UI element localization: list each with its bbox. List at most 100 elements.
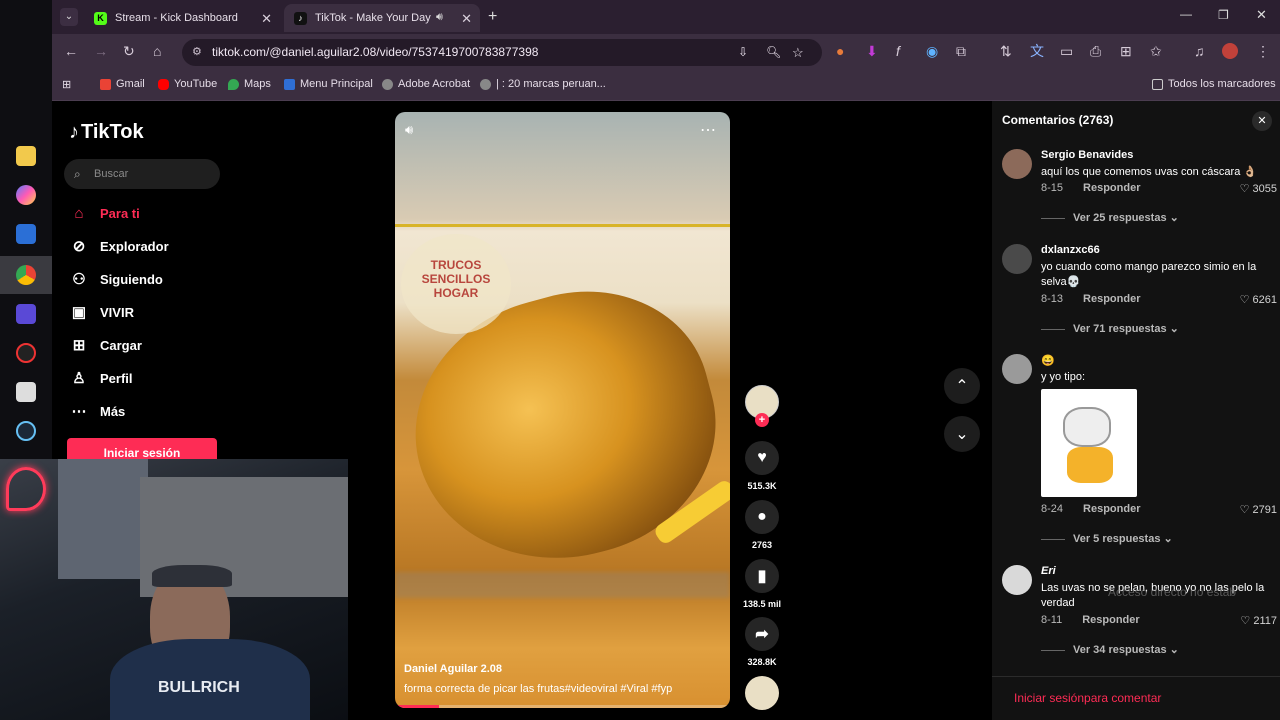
- translate-icon[interactable]: 文: [1030, 43, 1044, 59]
- extension-color-icon[interactable]: ◉: [926, 43, 938, 59]
- folder-icon: [1152, 78, 1163, 90]
- share-button[interactable]: ➦ 328.8K: [742, 617, 782, 667]
- author-avatar[interactable]: +: [742, 385, 782, 427]
- video-author[interactable]: Daniel Aguilar 2.08: [404, 663, 502, 675]
- next-video-button[interactable]: ⌄: [944, 416, 980, 452]
- minimize-icon[interactable]: —: [1180, 7, 1192, 21]
- comment-sticker-image[interactable]: [1041, 389, 1137, 497]
- forward-icon[interactable]: →: [94, 43, 108, 59]
- nav-para-ti[interactable]: ⌂ Para ti: [70, 204, 139, 222]
- nav-explorador[interactable]: ⊘ Explorador: [70, 237, 169, 255]
- close-icon[interactable]: ✕: [1252, 111, 1272, 131]
- restore-icon[interactable]: ❐: [1218, 8, 1229, 22]
- bookmark-youtube[interactable]: YouTube: [158, 78, 217, 90]
- nav-cargar[interactable]: ⊞ Cargar: [70, 336, 142, 354]
- replies-label: Ver 71 respuestas: [1073, 323, 1167, 335]
- menu-kebab-icon[interactable]: ⋮: [1256, 43, 1270, 59]
- bookmark-adobe-acrobat[interactable]: Adobe Acrobat: [382, 78, 470, 90]
- bookmark-marcas[interactable]: | : 20 marcas peruan...: [480, 78, 606, 90]
- avatar[interactable]: [1002, 354, 1032, 384]
- view-replies[interactable]: Ver 5 respuestas ⌄: [1041, 532, 1173, 545]
- audio-playing-icon[interactable]: 🔊︎: [436, 11, 443, 24]
- tiktok-logo[interactable]: ♪ TikTok: [69, 121, 144, 144]
- save-button[interactable]: ▮ 138.5 mil: [742, 559, 782, 609]
- comment-user[interactable]: dxlanzxc66: [1041, 244, 1100, 256]
- reload-icon[interactable]: ↻: [123, 43, 135, 59]
- bookmark-menu-principal[interactable]: Menu Principal: [284, 78, 373, 90]
- extension-download-icon[interactable]: ⬇: [866, 43, 878, 59]
- video-progress-bar[interactable]: [395, 705, 730, 708]
- close-tab-icon[interactable]: ✕: [261, 11, 272, 27]
- print-icon[interactable]: ⎙: [1090, 43, 1101, 59]
- bookmark-maps[interactable]: Maps: [228, 78, 271, 90]
- obs-icon[interactable]: [16, 343, 36, 363]
- view-replies[interactable]: Ver 34 respuestas ⌄: [1041, 643, 1179, 656]
- apps-grid-icon[interactable]: ⊞: [62, 78, 71, 91]
- comment-likes[interactable]: ♡ 3055: [1240, 182, 1277, 195]
- favorites-icon[interactable]: ✩: [1150, 43, 1162, 59]
- mango-sticker: [1067, 447, 1113, 483]
- reply-button[interactable]: Responder: [1083, 503, 1140, 515]
- avatar[interactable]: [1002, 565, 1032, 595]
- comment-likes[interactable]: ♡ 2117: [1240, 614, 1277, 627]
- close-window-icon[interactable]: ✕: [1256, 7, 1267, 23]
- reply-button[interactable]: Responder: [1083, 182, 1140, 194]
- previous-video-button[interactable]: ⌃: [944, 368, 980, 404]
- install-app-icon[interactable]: ⇩: [738, 39, 748, 66]
- app-icon[interactable]: [16, 304, 36, 324]
- chrome-icon[interactable]: [16, 265, 36, 285]
- roblox-icon[interactable]: [16, 382, 36, 402]
- site-info-icon[interactable]: ⚙: [192, 39, 202, 66]
- profile-avatar[interactable]: [1222, 43, 1238, 59]
- comment-user[interactable]: Eri: [1041, 565, 1056, 577]
- bookmark-star-icon[interactable]: ☆: [792, 39, 804, 66]
- tab-tiktok[interactable]: ♪ TikTok - Make Your Day 🔊︎ ✕: [284, 4, 480, 32]
- comment-likes[interactable]: ♡ 6261: [1240, 293, 1277, 306]
- reading-icon[interactable]: ▭: [1060, 43, 1073, 59]
- reply-button[interactable]: Responder: [1083, 293, 1140, 305]
- comment-likes[interactable]: ♡ 2791: [1240, 503, 1277, 516]
- media-control-icon[interactable]: ♫: [1194, 43, 1205, 59]
- extension-font-icon[interactable]: f: [896, 43, 900, 59]
- like-button[interactable]: ♥ 515.3K: [742, 441, 782, 491]
- extension-fox-icon[interactable]: ●: [836, 43, 844, 59]
- avatar[interactable]: [1002, 244, 1032, 274]
- follow-plus-icon[interactable]: +: [755, 413, 769, 427]
- tab-kick-dashboard[interactable]: K Stream - Kick Dashboard ✕: [84, 4, 280, 32]
- view-replies[interactable]: Ver 71 respuestas ⌄: [1041, 322, 1179, 335]
- video-player[interactable]: TRUCOS SENCILLOS HOGAR 🔊︎ ⋯ Daniel Aguil…: [395, 112, 730, 708]
- bookmark-gmail[interactable]: Gmail: [100, 78, 145, 90]
- search-input[interactable]: ⌕ Buscar: [64, 159, 220, 189]
- nav-vivir[interactable]: ▣ VIVIR: [70, 303, 134, 321]
- compass-icon: ⊘: [72, 238, 86, 255]
- comment-button[interactable]: ● 2763: [742, 500, 782, 550]
- music-disc[interactable]: [742, 676, 782, 716]
- nav-mas[interactable]: ⋯ Más: [70, 402, 126, 420]
- home-icon[interactable]: ⌂: [153, 43, 161, 59]
- close-tab-icon[interactable]: ✕: [461, 11, 472, 27]
- reply-button[interactable]: Responder: [1082, 614, 1139, 626]
- tab-search-icon[interactable]: ⌄: [60, 8, 78, 26]
- tab-groups-icon[interactable]: ⊞: [1120, 43, 1132, 59]
- new-tab-icon[interactable]: +: [488, 8, 497, 26]
- file-explorer-icon[interactable]: [16, 146, 36, 166]
- zoom-icon[interactable]: 🔍︎: [766, 39, 781, 66]
- recorder-icon[interactable]: ⇅: [1000, 43, 1012, 59]
- volume-icon[interactable]: 🔊︎: [405, 122, 413, 138]
- nav-label: Más: [100, 403, 126, 419]
- nav-siguiendo[interactable]: ⚇ Siguiendo: [70, 270, 163, 288]
- back-icon[interactable]: ←: [64, 43, 78, 59]
- store-icon[interactable]: [16, 224, 36, 244]
- steam-icon[interactable]: [16, 421, 36, 441]
- nav-perfil[interactable]: ♙ Perfil: [70, 369, 132, 387]
- avatar[interactable]: [1002, 149, 1032, 179]
- comment-user[interactable]: Sergio Benavides: [1041, 149, 1133, 161]
- login-to-comment[interactable]: Iniciar sesiónpara comentar: [992, 676, 1280, 720]
- copilot-icon[interactable]: [16, 185, 36, 205]
- all-bookmarks[interactable]: Todos los marcadores: [1152, 78, 1276, 90]
- view-replies[interactable]: Ver 25 respuestas ⌄: [1041, 211, 1179, 224]
- comment-user[interactable]: 😄: [1041, 354, 1055, 367]
- address-bar[interactable]: ⚙ tiktok.com/@daniel.aguilar2.08/video/7…: [182, 39, 822, 66]
- more-options-icon[interactable]: ⋯: [700, 120, 716, 140]
- extensions-icon[interactable]: ⧉: [956, 43, 966, 59]
